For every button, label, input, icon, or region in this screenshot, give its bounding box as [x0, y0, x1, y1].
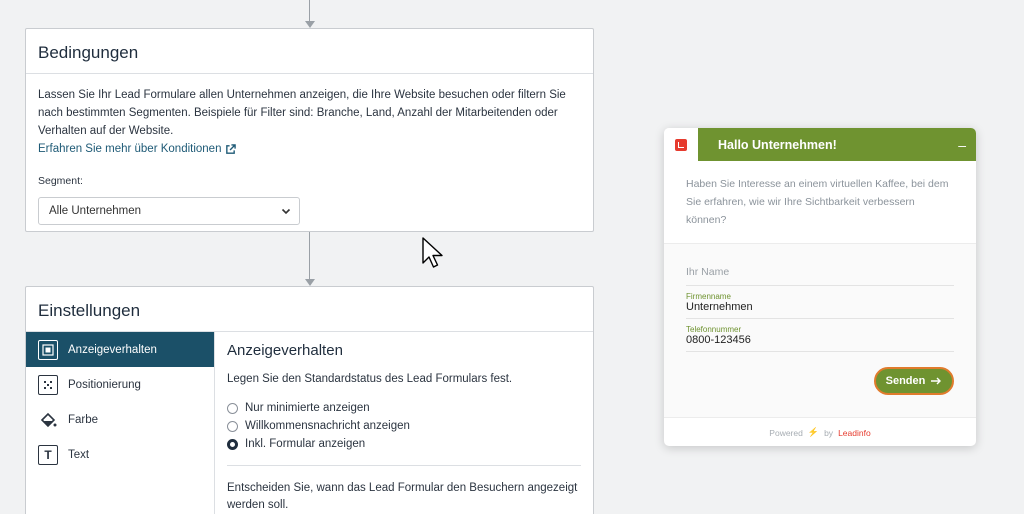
phone-value: 0800-123456	[686, 334, 751, 346]
widget-logo	[664, 128, 698, 161]
segment-select-value: Alle Unternehmen	[49, 205, 142, 217]
settings-title: Einstellungen	[26, 287, 593, 332]
company-label: Firmenname	[686, 292, 731, 301]
position-icon	[38, 374, 58, 395]
sidebar-item-label: Farbe	[68, 413, 99, 426]
radio-option-welcome[interactable]: Willkommensnachricht anzeigen	[227, 417, 581, 435]
widget-title: Hallo Unternehmen!	[718, 137, 837, 152]
conditions-learn-more-link[interactable]: Erfahren Sie mehr über Konditionen	[38, 140, 237, 158]
phone-field[interactable]: Telefonnummer 0800-123456	[686, 319, 954, 352]
radio-option-with-form[interactable]: Inkl. Formular anzeigen	[227, 435, 581, 453]
radio-button[interactable]	[227, 420, 238, 432]
company-field[interactable]: Firmenname Unternehmen	[686, 286, 954, 319]
flow-arrow-middle	[305, 279, 315, 286]
name-placeholder: Ihr Name	[686, 266, 730, 278]
flow-arrow-top	[305, 21, 315, 28]
settings-sidebar: Anzeigeverhalten Positionierung Farbe T …	[26, 332, 215, 514]
radio-label: Nur minimierte anzeigen	[245, 402, 370, 414]
lightning-icon: ⚡	[807, 427, 820, 437]
settings-content: Anzeigeverhalten Legen Sie den Standards…	[215, 332, 593, 514]
lead-form-widget-preview: Hallo Unternehmen! – Haben Sie Interesse…	[664, 128, 976, 446]
widget-footer: Powered ⚡ by Leadinfo	[664, 417, 976, 446]
leadinfo-logo-icon	[675, 138, 687, 151]
conditions-title: Bedingungen	[26, 29, 593, 74]
content-title: Anzeigeverhalten	[227, 342, 343, 359]
text-icon: T	[38, 444, 58, 465]
footer-powered: Powered	[769, 427, 803, 438]
widget-form: Ihr Name Firmenname Unternehmen Telefonn…	[664, 244, 976, 417]
phone-label: Telefonnummer	[686, 325, 742, 334]
paint-bucket-icon	[38, 410, 58, 430]
footer-by: by	[824, 427, 834, 438]
chevron-down-icon	[281, 208, 291, 215]
conditions-description: Lassen Sie Ihr Lead Formulare allen Unte…	[38, 89, 566, 137]
sidebar-item-label: Anzeigeverhalten	[68, 343, 157, 356]
conditions-card: Bedingungen Lassen Sie Ihr Lead Formular…	[25, 28, 594, 232]
display-icon	[38, 339, 58, 360]
segment-select[interactable]: Alle Unternehmen	[38, 197, 300, 225]
footer-brand-link[interactable]: Leadinfo	[838, 428, 871, 438]
sidebar-item-label: Text	[68, 448, 90, 461]
sidebar-item-label: Positionierung	[68, 378, 141, 391]
flow-connector-top	[309, 0, 310, 22]
radio-button-checked[interactable]	[227, 438, 238, 450]
widget-header: Hallo Unternehmen! –	[664, 128, 976, 161]
external-link-icon	[226, 143, 237, 154]
radio-option-minimized[interactable]: Nur minimierte anzeigen	[227, 399, 581, 417]
sidebar-item-color[interactable]: Farbe	[26, 402, 214, 437]
content-description-2: Entscheiden Sie, wann das Lead Formular …	[227, 482, 578, 511]
arrow-right-icon	[931, 377, 942, 385]
widget-message: Haben Sie Interesse an einem virtuellen …	[664, 161, 976, 244]
content-description: Legen Sie den Standardstatus des Lead Fo…	[227, 373, 513, 385]
mouse-cursor-icon	[422, 237, 443, 268]
radio-label: Willkommensnachricht anzeigen	[245, 420, 410, 432]
settings-card: Einstellungen Anzeigeverhalten Positioni…	[25, 286, 594, 514]
send-button-label: Senden	[885, 375, 926, 387]
display-options: Nur minimierte anzeigen Willkommensnachr…	[227, 399, 581, 466]
flow-connector-middle	[309, 232, 310, 280]
radio-button[interactable]	[227, 402, 238, 414]
company-value: Unternehmen	[686, 301, 753, 313]
segment-label: Segment:	[38, 175, 83, 187]
sidebar-item-display-behavior[interactable]: Anzeigeverhalten	[26, 332, 214, 367]
minimize-button[interactable]: –	[958, 137, 966, 153]
sidebar-item-positioning[interactable]: Positionierung	[26, 367, 214, 402]
radio-label: Inkl. Formular anzeigen	[245, 438, 366, 450]
sidebar-item-text[interactable]: T Text	[26, 437, 214, 472]
conditions-link-label: Erfahren Sie mehr über Konditionen	[38, 143, 222, 155]
name-field[interactable]: Ihr Name	[686, 254, 954, 286]
send-button[interactable]: Senden	[874, 367, 954, 395]
